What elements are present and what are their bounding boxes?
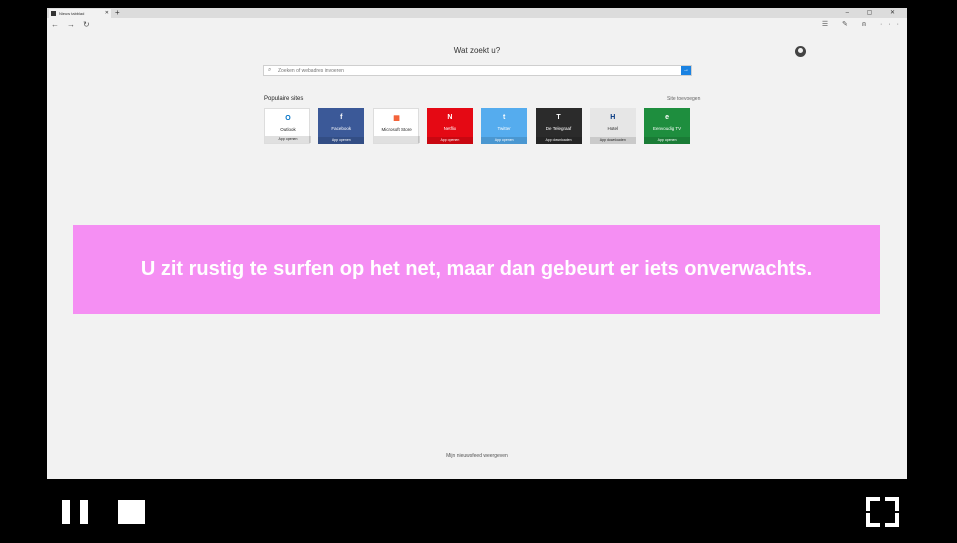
navigation-bar: ← → ↻ ☰ ✎ ⍝ ··· xyxy=(47,18,907,31)
site-app-action[interactable]: App downloaden xyxy=(535,137,582,144)
site-tile[interactable]: ▦ Microsoft Store xyxy=(372,108,420,144)
profile-avatar-icon[interactable] xyxy=(795,46,806,57)
site-tile[interactable]: O Outlook App openen xyxy=(264,108,311,144)
site-logo-icon: T xyxy=(556,114,561,121)
page-title: Wat zoekt u? xyxy=(453,46,501,55)
site-logo-icon: e xyxy=(665,114,670,121)
site-app-action[interactable]: App openen xyxy=(318,137,365,144)
site-app-action[interactable]: App openen xyxy=(426,137,473,144)
fullscreen-corner-icon xyxy=(866,513,880,527)
site-name: Netflix xyxy=(443,126,457,131)
site-app-action[interactable]: App openen xyxy=(265,136,311,143)
site-tile[interactable]: e Eenvoudig TV App openen xyxy=(644,108,691,144)
tab-bar: Nieuw tabblad ✕ + – ▢ ✕ xyxy=(47,8,907,18)
popular-sites-heading: Populaire sites xyxy=(264,96,304,102)
site-name: Facebook xyxy=(331,126,352,131)
site-name: Twitter xyxy=(497,126,511,131)
site-name: Outlook xyxy=(280,127,296,132)
search-input[interactable] xyxy=(278,66,678,75)
site-tile[interactable]: t Twitter App openen xyxy=(481,108,528,144)
site-app-action[interactable]: App openen xyxy=(481,137,528,144)
tab-favicon-icon xyxy=(51,11,56,16)
site-logo-icon: H xyxy=(610,114,616,121)
fullscreen-icon xyxy=(866,497,880,511)
fullscreen-button[interactable] xyxy=(866,497,899,527)
site-tile[interactable]: T De Telegraaf App downloaden xyxy=(535,108,582,144)
tab-close-icon[interactable]: ✕ xyxy=(105,9,109,18)
forward-button[interactable]: → xyxy=(67,18,75,31)
fullscreen-corner-icon xyxy=(885,497,899,511)
search-box[interactable]: ⌕ → xyxy=(263,65,692,76)
site-tile[interactable]: N Netflix App openen xyxy=(426,108,473,144)
new-tab-button[interactable]: + xyxy=(115,8,120,18)
browser-tab[interactable]: Nieuw tabblad ✕ xyxy=(49,9,111,18)
site-app-action[interactable]: App downloaden xyxy=(589,137,636,144)
site-name: Microsoft Store xyxy=(381,127,412,132)
site-name: Hotel xyxy=(607,126,619,131)
site-app-action[interactable] xyxy=(373,136,420,143)
pause-icon-bar xyxy=(80,500,88,524)
site-logo-icon: ▦ xyxy=(393,115,400,122)
pause-icon xyxy=(62,500,70,524)
search-icon: ⌕ xyxy=(268,67,272,73)
site-logo-icon: O xyxy=(285,115,291,122)
refresh-button[interactable]: ↻ xyxy=(83,18,90,31)
stop-button[interactable] xyxy=(118,500,145,524)
overlay-banner: U zit rustig te surfen op het net, maar … xyxy=(73,225,880,314)
video-controls xyxy=(0,479,957,543)
site-tile[interactable]: f Facebook App openen xyxy=(318,108,365,144)
toolbar-right-icons[interactable]: ☰ ✎ ⍝ ··· xyxy=(822,18,905,31)
site-logo-icon: t xyxy=(503,114,506,121)
tab-title: Nieuw tabblad xyxy=(59,11,85,16)
window-controls[interactable]: – ▢ ✕ xyxy=(846,8,903,18)
browser-window: Nieuw tabblad ✕ + – ▢ ✕ ← → ↻ ☰ ✎ ⍝ ··· … xyxy=(47,8,907,479)
news-feed-link[interactable]: Mijn nieuwsfeed weergeven xyxy=(47,453,907,459)
fullscreen-corner-icon xyxy=(885,513,899,527)
site-tile[interactable]: H Hotel App downloaden xyxy=(589,108,636,144)
site-logo-icon: f xyxy=(340,114,343,121)
pause-button[interactable] xyxy=(62,500,90,524)
site-logo-icon: N xyxy=(447,114,453,121)
add-site-link[interactable]: Site toevoegen xyxy=(667,96,700,102)
site-app-action[interactable]: App openen xyxy=(644,137,691,144)
site-name: De Telegraaf xyxy=(545,126,572,131)
overlay-message: U zit rustig te surfen op het net, maar … xyxy=(140,258,813,280)
site-name: Eenvoudig TV xyxy=(653,126,682,131)
search-go-button[interactable]: → xyxy=(681,66,691,75)
back-button[interactable]: ← xyxy=(51,18,59,31)
